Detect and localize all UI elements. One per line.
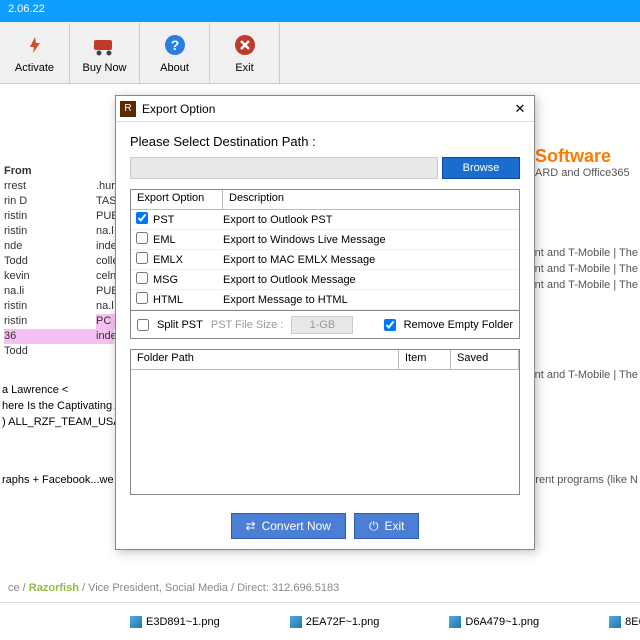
convert-icon: ⇄ <box>246 519 256 533</box>
export-option-row[interactable]: EMLExport to Windows Live Message <box>131 230 519 250</box>
exit-button[interactable]: Exit <box>210 23 280 83</box>
svg-text:?: ? <box>170 37 179 53</box>
dialog-titlebar[interactable]: R Export Option ✕ <box>116 96 534 122</box>
header-description: Description <box>223 190 519 209</box>
titlebar: 2.06.22 <box>0 0 640 22</box>
software-label: Software <box>535 146 640 167</box>
option-desc: Export to MAC EMLX Message <box>223 254 519 266</box>
folder-table: Folder Path Item Saved <box>130 349 520 495</box>
activate-button[interactable]: Activate <box>0 23 70 83</box>
destination-label: Please Select Destination Path : <box>130 134 520 149</box>
close-icon[interactable]: ✕ <box>510 101 530 117</box>
option-desc: Export to Outlook Message <box>223 274 519 286</box>
header-folder-path: Folder Path <box>131 350 399 369</box>
export-option-row[interactable]: EMLXExport to MAC EMLX Message <box>131 250 519 270</box>
buynow-button[interactable]: Buy Now <box>70 23 140 83</box>
export-option-row[interactable]: PSTExport to Outlook PST <box>131 210 519 230</box>
remove-empty-label: Remove Empty Folder <box>404 319 513 331</box>
file-icon <box>609 616 621 628</box>
split-pst-checkbox[interactable] <box>137 319 149 331</box>
cart-icon <box>92 32 118 58</box>
bg-text: a Lawrence < <box>2 384 68 396</box>
export-option-dialog: R Export Option ✕ Please Select Destinat… <box>115 95 535 550</box>
taskbar-file[interactable]: 8E61C6~1.png <box>609 616 640 628</box>
option-checkbox[interactable] <box>136 272 148 284</box>
activate-icon <box>22 32 48 58</box>
taskbar-file[interactable]: D6A479~1.png <box>449 616 539 628</box>
file-icon <box>290 616 302 628</box>
bg-snippet: rent programs (like N <box>535 474 638 486</box>
split-row: Split PST PST File Size : 1-GB Remove Em… <box>130 311 520 339</box>
option-name: EMLX <box>153 254 223 266</box>
split-pst-label: Split PST <box>157 319 203 331</box>
file-icon <box>130 616 142 628</box>
export-option-row[interactable]: MSGExport to Outlook Message <box>131 270 519 290</box>
list-row[interactable]: Todd <box>4 344 114 359</box>
export-options-table: Export Option Description PSTExport to O… <box>130 189 520 311</box>
bg-text: raphs + Facebook...we <box>2 474 114 486</box>
remove-empty-checkbox[interactable] <box>384 319 396 331</box>
option-name: EML <box>153 234 223 246</box>
dialog-title: Export Option <box>142 102 215 116</box>
option-checkbox[interactable] <box>136 252 148 264</box>
option-desc: Export Message to HTML <box>223 294 519 306</box>
file-icon <box>449 616 461 628</box>
main-toolbar: Activate Buy Now ? About Exit <box>0 22 640 84</box>
breadcrumb: ce / Razorfish / Vice President, Social … <box>0 578 347 598</box>
header-export-option: Export Option <box>131 190 223 209</box>
option-name: HTML <box>153 294 223 306</box>
option-desc: Export to Windows Live Message <box>223 234 519 246</box>
power-icon: ⏻ <box>369 519 379 534</box>
export-option-row[interactable]: HTMLExport Message to HTML <box>131 290 519 310</box>
option-name: PST <box>153 214 223 226</box>
option-desc: Export to Outlook PST <box>223 214 519 226</box>
exit-icon <box>232 32 258 58</box>
header-item: Item <box>399 350 451 369</box>
taskbar-file[interactable]: 2EA72F~1.png <box>290 616 380 628</box>
filesize-select[interactable]: 1-GB <box>291 316 353 334</box>
about-button[interactable]: ? About <box>140 23 210 83</box>
right-pane: Software ARD and Office365 <box>535 146 640 179</box>
option-checkbox[interactable] <box>136 212 148 224</box>
help-icon: ? <box>162 32 188 58</box>
option-checkbox[interactable] <box>136 232 148 244</box>
bg-text: ) ALL_RZF_TEAM_USA< <box>2 416 127 428</box>
dialog-exit-button[interactable]: ⏻ Exit <box>354 513 420 539</box>
taskbar-file[interactable]: E3D891~1.png <box>130 616 220 628</box>
option-name: MSG <box>153 274 223 286</box>
convert-now-button[interactable]: ⇄ Convert Now <box>231 513 346 539</box>
taskbar: E3D891~1.png 2EA72F~1.png D6A479~1.png 8E61… <box>0 602 640 640</box>
filesize-label: PST File Size : <box>211 319 284 331</box>
destination-input[interactable] <box>130 157 438 179</box>
app-icon: R <box>120 101 136 117</box>
header-saved: Saved <box>451 350 519 369</box>
browse-button[interactable]: Browse <box>442 157 520 179</box>
option-checkbox[interactable] <box>136 292 148 304</box>
